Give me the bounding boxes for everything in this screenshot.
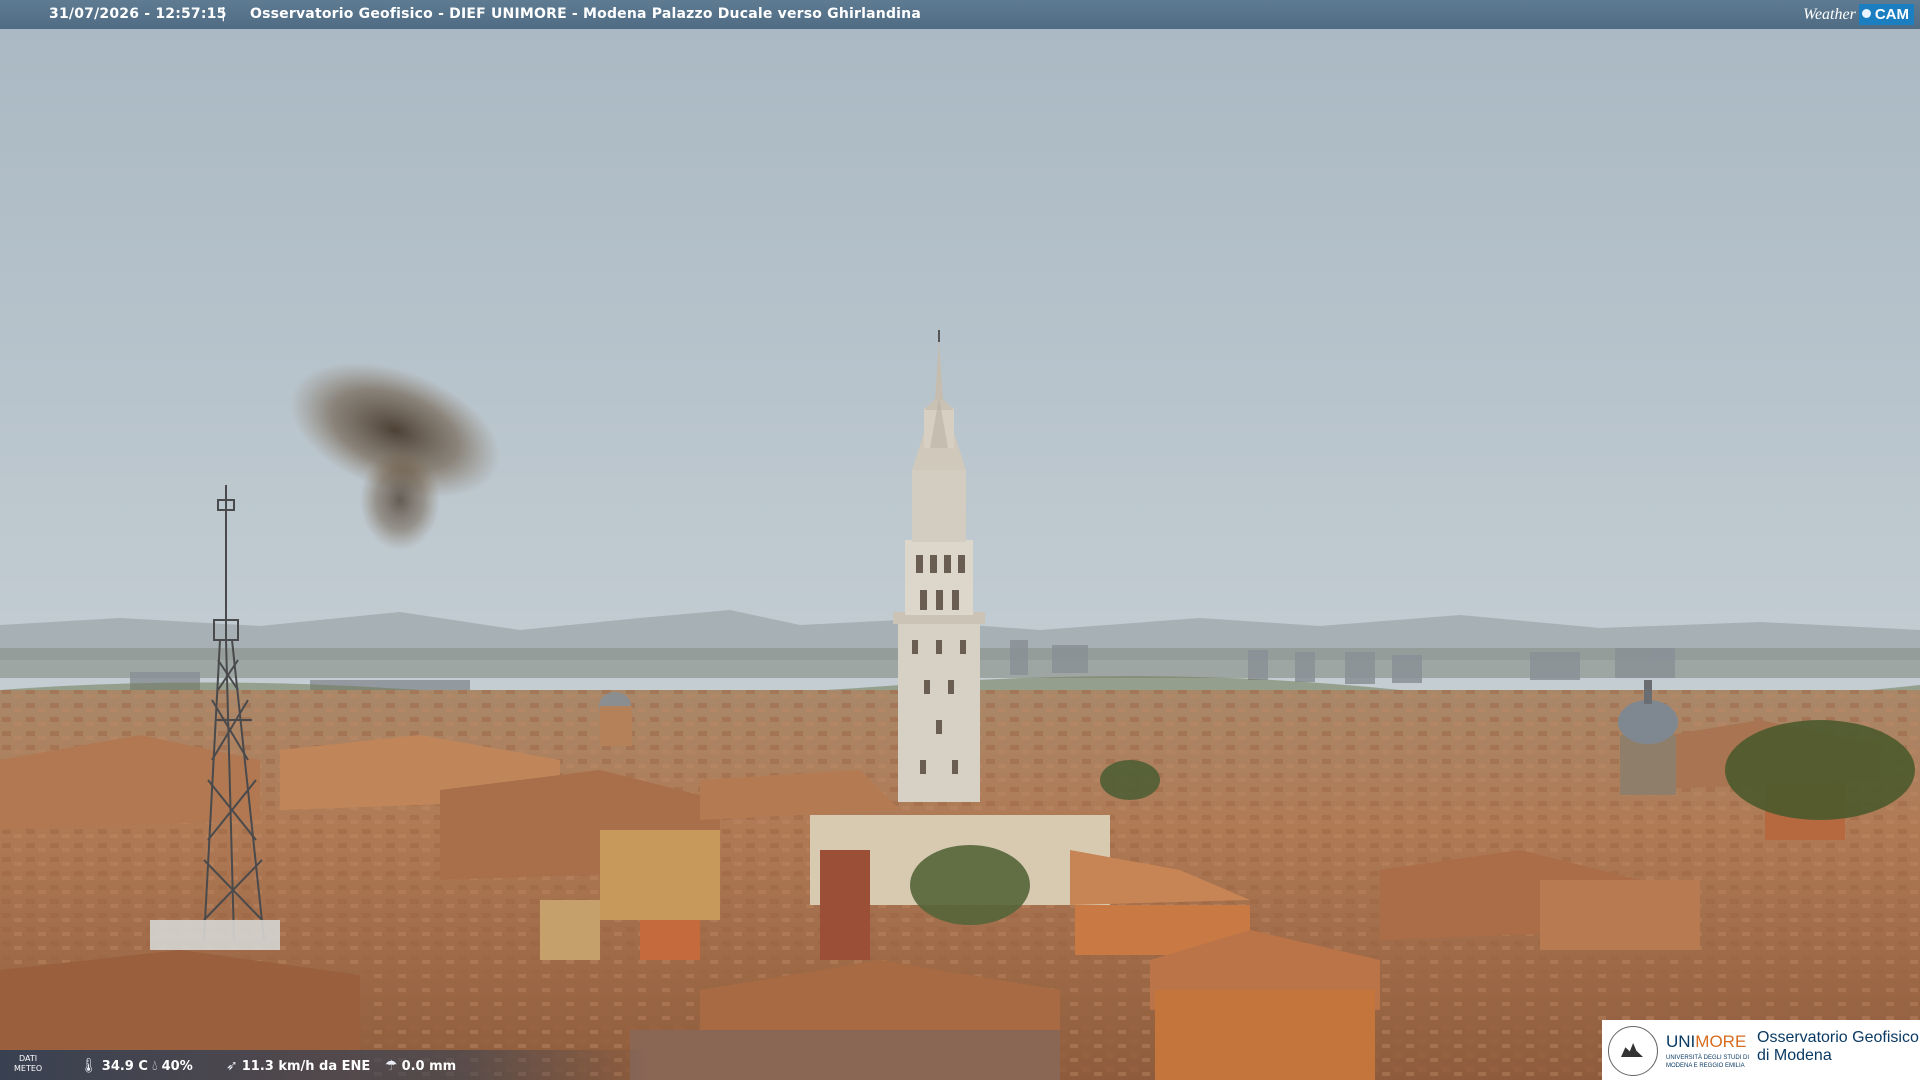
wind-icon: ➶ bbox=[226, 1058, 238, 1074]
meteo-label: DATI METEO bbox=[14, 1054, 43, 1073]
rain-reading: ☂ 0.0 mm bbox=[385, 1058, 457, 1074]
timestamp: 31/07/2026 - 12:57:15 bbox=[49, 6, 227, 22]
humidity-reading: 💧︎ 40% bbox=[152, 1058, 193, 1074]
unimore-logo: UNIMORE UNIVERSITÀ DEGLI STUDI DI MODENA… bbox=[1602, 1020, 1920, 1080]
meteo-bar: DATI METEO 🌡︎ 34.9 C 💧︎ 40% ➶ 11.3 km/h … bbox=[0, 1050, 650, 1080]
unimore-wordmark: UNIMORE bbox=[1666, 1032, 1747, 1051]
droplet-icon: 💧︎ bbox=[152, 1058, 158, 1074]
thermometer-icon: 🌡︎ bbox=[80, 1058, 98, 1074]
temperature-reading: 🌡︎ 34.9 C bbox=[80, 1058, 148, 1074]
observatory-name: Osservatorio Geofisico di Modena bbox=[1757, 1029, 1919, 1064]
rain-icon: ☂ bbox=[385, 1058, 398, 1074]
header-separator: | bbox=[221, 6, 226, 22]
webcam-image bbox=[0, 0, 1920, 1080]
brand-cam: CAM bbox=[1858, 4, 1914, 25]
webcam-frame: 31/07/2026 - 12:57:15 | Osservatorio Geo… bbox=[0, 0, 1920, 1080]
wind-reading: ➶ 11.3 km/h da ENE bbox=[226, 1058, 371, 1074]
brand-weather: Weather bbox=[1803, 5, 1856, 23]
university-seal-icon bbox=[1608, 1026, 1658, 1076]
camera-title: Osservatorio Geofisico - DIEF UNIMORE - … bbox=[250, 6, 921, 22]
unimore-subtitle: UNIVERSITÀ DEGLI STUDI DI MODENA E REGGI… bbox=[1666, 1055, 1750, 1069]
overlay-header: 31/07/2026 - 12:57:15 | Osservatorio Geo… bbox=[0, 0, 1920, 29]
weathercam-logo: Weather CAM bbox=[1803, 0, 1920, 29]
